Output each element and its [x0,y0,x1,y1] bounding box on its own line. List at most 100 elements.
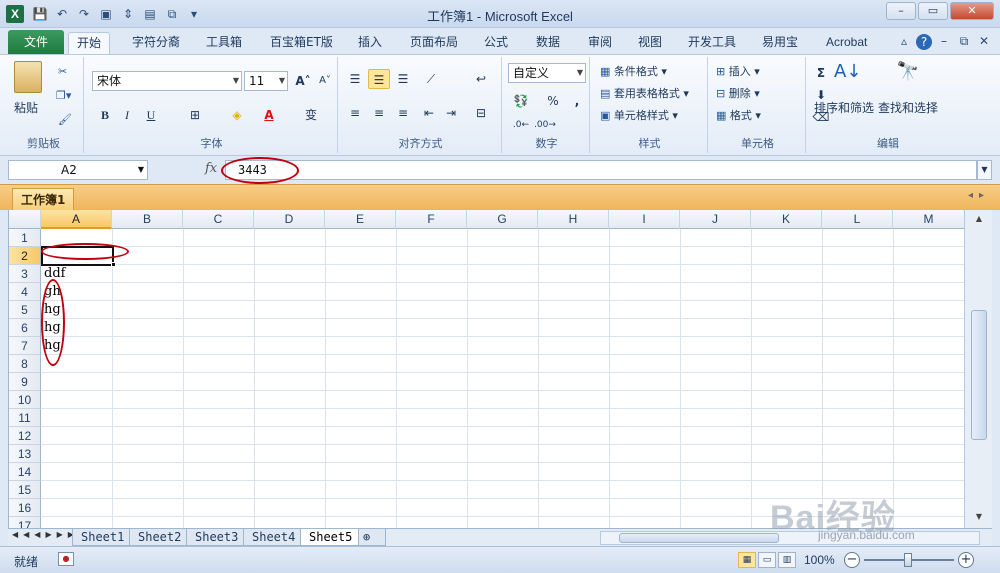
sheet-tab-2[interactable]: Sheet2 [129,529,191,546]
align-center-icon[interactable]: ≡ [368,103,390,123]
tab-page-layout[interactable]: 页面布局 [402,32,466,54]
zoom-slider-thumb[interactable] [904,553,912,567]
column-header[interactable]: G [467,210,538,229]
workbook-nav-icon[interactable]: ◂▸ [968,190,990,201]
tab-easy-treasure[interactable]: 易用宝 [754,32,806,54]
decrease-decimal-icon[interactable]: .00→ [534,115,556,135]
row-header[interactable]: 3 [9,265,41,283]
collapse-ribbon-icon[interactable]: ▵ [896,34,912,50]
column-header[interactable]: L [822,210,893,229]
tab-formulas[interactable]: 公式 [476,32,516,54]
row-header[interactable]: 4 [9,283,41,301]
comma-button[interactable]: , [566,91,588,111]
page-break-view-icon[interactable]: ▥ [778,552,796,568]
sheet-tab-5[interactable]: Sheet5 [300,529,362,546]
align-bottom-icon[interactable]: ☰ [392,69,414,89]
sheet-tab-4[interactable]: Sheet4 [243,529,305,546]
row-header[interactable]: 9 [9,373,41,391]
font-size-combo[interactable]: 11 ▼ [244,71,288,91]
zoom-out-icon[interactable]: − [844,552,860,568]
macro-record-icon[interactable]: ● [58,552,74,566]
workbook-minimize-icon[interactable]: – [936,34,952,50]
align-right-icon[interactable]: ≡ [392,103,414,123]
row-header[interactable]: 6 [9,319,41,337]
tab-home[interactable]: 开始 [68,32,111,54]
insert-function-button[interactable]: fx [205,161,217,176]
cell-styles-button[interactable]: ▣ 单元格样式 ▾ [600,107,678,123]
format-painter-icon[interactable]: 🖌 [58,113,72,126]
name-box[interactable]: A2 ▼ [8,160,148,180]
format-as-table-button[interactable]: ▤ 套用表格格式 ▾ [600,85,689,101]
wrap-text-icon[interactable]: ↩ [470,69,492,89]
column-header[interactable]: D [254,210,325,229]
insert-sheet-icon[interactable]: ⊕ [358,529,386,546]
column-header[interactable]: F [396,210,467,229]
fill-color-icon[interactable]: ◈ [226,105,248,125]
format-cells-button[interactable]: ▦ 格式 ▾ [716,107,761,123]
row-header[interactable]: 1 [9,229,41,247]
zoom-in-icon[interactable]: + [958,552,974,568]
page-layout-view-icon[interactable]: ▭ [758,552,776,568]
italic-button[interactable]: I [116,105,138,125]
tab-toolbox[interactable]: 工具箱 [198,32,250,54]
row-header[interactable]: 10 [9,391,41,409]
row-header[interactable]: 17 [9,517,41,528]
sheet-tab-3[interactable]: Sheet3 [186,529,248,546]
column-header[interactable]: K [751,210,822,229]
tab-insert[interactable]: 插入 [350,32,390,54]
workbook-tab[interactable]: 工作簿1 [12,188,75,210]
find-select-button[interactable]: 查找和选择 [878,99,938,116]
column-header[interactable]: A [41,210,112,229]
binoculars-icon[interactable]: 🔭 [894,61,922,89]
align-middle-icon[interactable]: ☰ [368,69,390,89]
column-header[interactable]: M [893,210,964,229]
tab-treasure-box[interactable]: 百宝箱ET版 [262,32,341,54]
column-header[interactable]: B [112,210,183,229]
scroll-up-icon[interactable]: ▲ [972,212,986,226]
row-header[interactable]: 15 [9,481,41,499]
column-header[interactable]: J [680,210,751,229]
expand-formula-icon[interactable]: ▼ [977,160,992,180]
workbook-close-icon[interactable]: ✕ [976,34,992,50]
delete-cells-button[interactable]: ⊟ 删除 ▾ [716,85,760,101]
borders-icon[interactable]: ⊞ [184,105,206,125]
underline-button[interactable]: U [140,105,162,125]
row-header[interactable]: 16 [9,499,41,517]
tab-developer[interactable]: 开发工具 [680,32,744,54]
increase-indent-icon[interactable]: ⇥ [440,103,462,123]
vertical-scroll-thumb[interactable] [971,310,987,440]
grow-font-button[interactable]: A˄ [292,71,314,91]
row-header[interactable]: 5 [9,301,41,319]
increase-decimal-icon[interactable]: .0← [510,115,532,135]
cut-icon[interactable]: ✂ [58,65,67,78]
sheet-nav-icons[interactable]: ◀◀◀▶▶▶ [12,530,79,539]
font-name-combo[interactable]: 宋体 ▼ [92,71,242,91]
font-color-icon[interactable]: A [258,105,280,125]
paste-button[interactable]: 粘贴 [14,99,38,116]
tab-char-split[interactable]: 字符分裔 [124,32,188,54]
insert-cells-button[interactable]: ⊞ 插入 ▾ [716,63,760,79]
conditional-format-button[interactable]: ▦ 条件格式 ▾ [600,63,667,79]
copy-icon[interactable]: ❐▾ [56,89,71,102]
sort-filter-icon[interactable]: A↓ [834,61,861,89]
tab-review[interactable]: 审阅 [580,32,620,54]
help-icon[interactable]: ? [916,34,932,50]
percent-button[interactable]: % [542,91,564,111]
row-header[interactable]: 7 [9,337,41,355]
align-left-icon[interactable]: ≡ [344,103,366,123]
currency-icon[interactable]: 💱 [510,91,532,111]
decrease-indent-icon[interactable]: ⇤ [418,103,440,123]
worksheet-grid[interactable]: A B C D E F G H I J K L M 1 2 3 4 5 6 7 … [8,210,964,528]
horizontal-scroll-thumb[interactable] [619,533,779,543]
shrink-font-button[interactable]: A˅ [314,71,336,91]
formula-input[interactable]: 3443 [225,160,977,180]
column-header[interactable]: C [183,210,254,229]
align-top-icon[interactable]: ☰ [344,69,366,89]
column-header[interactable]: H [538,210,609,229]
sort-filter-button[interactable]: 排序和筛选 [814,99,874,116]
tab-view[interactable]: 视图 [630,32,670,54]
tab-acrobat[interactable]: Acrobat [818,32,875,54]
fill-handle[interactable] [111,262,116,267]
minimize-button[interactable]: – [886,2,916,20]
autosum-button[interactable]: Σ [810,63,832,83]
